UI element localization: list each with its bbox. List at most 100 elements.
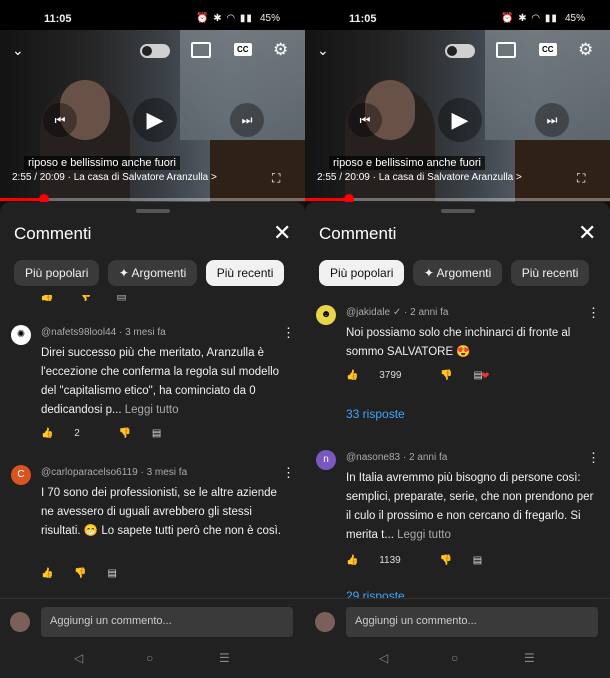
fullscreen-icon[interactable]: ⛶ xyxy=(272,171,280,186)
comment-text: Direi successo più che meritato, Aranzul… xyxy=(41,344,291,420)
play-button-icon[interactable]: ▶ xyxy=(438,98,482,142)
nav-back-icon[interactable]: ◁ xyxy=(74,651,83,665)
comment-body: In Italia avremmo più bisogno di persone… xyxy=(346,472,594,541)
replies-link[interactable]: 33 risposte xyxy=(346,407,405,421)
avatar[interactable]: ☻ xyxy=(316,305,336,325)
previous-icon[interactable]: ⏮ xyxy=(348,103,382,137)
status-bar: 11:05 ⏰ ✱ ◠ ▮▮ 45% xyxy=(0,0,305,30)
chip-topics[interactable]: ✦ Argomenti xyxy=(107,260,198,286)
nav-recents-icon[interactable]: ☰ xyxy=(524,651,535,665)
reply-icon[interactable]: ▤ xyxy=(473,555,482,566)
video-time-chapter[interactable]: 2:55 / 20:09 · La casa di Salvatore Aran… xyxy=(12,172,217,183)
comment-body: I 70 sono dei professionisti, se le altr… xyxy=(41,487,281,537)
comment-composer: Aggiungi un commento... xyxy=(0,598,305,647)
captions-icon[interactable]: CC xyxy=(234,43,252,56)
comment-text: In Italia avremmo più bisogno di persone… xyxy=(346,469,596,545)
status-icons: ⏰ ✱ ◠ ▮▮ xyxy=(501,13,558,24)
more-options-icon[interactable]: ⋮ xyxy=(587,450,600,466)
settings-gear-icon[interactable]: ⚙ xyxy=(273,40,288,60)
collapse-chevron-icon[interactable]: ⌄ xyxy=(12,42,24,59)
system-nav-bar: ◁ ○ ☰ xyxy=(305,646,610,678)
avatar[interactable]: C xyxy=(11,465,31,485)
more-options-icon[interactable]: ⋮ xyxy=(282,325,295,341)
like-icon[interactable]: 👍 2 xyxy=(41,428,98,439)
partial-actions-row: 👍 👎 ▤ xyxy=(40,295,127,302)
video-time-chapter[interactable]: 2:55 / 20:09 · La casa di Salvatore Aran… xyxy=(317,172,522,183)
nav-home-icon[interactable]: ○ xyxy=(451,651,458,665)
progress-bar[interactable] xyxy=(305,194,610,202)
add-comment-placeholder: Aggiungi un commento... xyxy=(50,615,172,627)
nav-home-icon[interactable]: ○ xyxy=(146,651,153,665)
nav-recents-icon[interactable]: ☰ xyxy=(219,651,230,665)
sort-chips: Più popolari ✦ Argomenti Più recenti xyxy=(319,260,593,288)
comment-author[interactable]: @jakidale ✓ · 2 anni fa xyxy=(346,307,448,318)
next-icon[interactable]: ⏭ xyxy=(535,103,569,137)
autoplay-toggle[interactable] xyxy=(445,44,475,58)
chip-topics[interactable]: ✦ Argomenti xyxy=(412,260,503,286)
progress-scrubber[interactable] xyxy=(344,194,355,202)
drag-handle[interactable] xyxy=(136,209,170,213)
fullscreen-icon[interactable]: ⛶ xyxy=(577,171,585,186)
comments-list[interactable]: ☻ @jakidale ✓ · 2 anni fa ⋮ Noi possiamo… xyxy=(305,295,610,599)
comments-list[interactable]: 👍 👎 ▤ ✺ @nafets98lool44 · 3 mesi fa ⋮ Di… xyxy=(0,295,305,599)
reply-icon[interactable]: ▤ xyxy=(152,428,161,439)
like-icon[interactable]: 👍 xyxy=(41,568,53,579)
system-nav-bar: ◁ ○ ☰ xyxy=(0,646,305,678)
dislike-icon[interactable]: 👎 xyxy=(440,370,452,381)
dislike-icon[interactable]: 👎 xyxy=(78,295,92,302)
user-avatar xyxy=(10,612,30,632)
read-more-link[interactable]: Leggi tutto xyxy=(397,529,451,541)
progress-fill xyxy=(305,198,350,201)
close-icon[interactable]: ✕ xyxy=(578,220,596,246)
comment-item: C @carloparacelso6119 · 3 mesi fa ⋮ I 70… xyxy=(0,465,305,585)
cast-icon[interactable] xyxy=(496,42,516,58)
comment-actions: 👍 2 👎 ▤ xyxy=(41,428,179,439)
previous-icon[interactable]: ⏮ xyxy=(43,103,77,137)
comment-author[interactable]: @nafets98lool44 · 3 mesi fa xyxy=(41,327,166,338)
like-icon[interactable]: 👍 1139 xyxy=(346,555,419,566)
next-icon[interactable]: ⏭ xyxy=(230,103,264,137)
comment-actions: 👍 👎 ▤ xyxy=(41,568,135,579)
reply-icon[interactable]: ▤ xyxy=(107,568,116,579)
avatar[interactable]: ✺ xyxy=(11,325,31,345)
like-count: 2 xyxy=(74,428,80,439)
add-comment-input[interactable]: Aggiungi un commento... xyxy=(41,607,293,637)
more-options-icon[interactable]: ⋮ xyxy=(282,465,295,481)
dislike-icon[interactable]: 👎 xyxy=(74,568,86,579)
battery-level: 45% xyxy=(565,13,586,24)
play-button-icon[interactable]: ▶ xyxy=(133,98,177,142)
comment-author[interactable]: @nasone83 · 2 anni fa xyxy=(346,452,447,463)
avatar[interactable]: n xyxy=(316,450,336,470)
chip-popular[interactable]: Più popolari xyxy=(14,260,100,286)
dislike-icon[interactable]: 👎 xyxy=(119,428,131,439)
autoplay-toggle[interactable] xyxy=(140,44,170,58)
progress-bar[interactable] xyxy=(0,194,305,202)
like-icon[interactable]: 👍 xyxy=(40,295,54,302)
progress-scrubber[interactable] xyxy=(39,194,50,202)
chip-recent[interactable]: Più recenti xyxy=(205,260,285,286)
settings-gear-icon[interactable]: ⚙ xyxy=(578,40,593,60)
comment-author[interactable]: @carloparacelso6119 · 3 mesi fa xyxy=(41,467,187,478)
dislike-icon[interactable]: 👎 xyxy=(440,555,452,566)
like-symbol: 👍 xyxy=(346,555,359,566)
chip-recent[interactable]: Più recenti xyxy=(510,260,590,286)
captions-icon[interactable]: CC xyxy=(539,43,557,56)
drag-handle[interactable] xyxy=(441,209,475,213)
like-icon[interactable]: 👍 3799 xyxy=(346,370,419,381)
like-symbol: 👍 xyxy=(346,370,359,381)
sort-chips: Più popolari ✦ Argomenti Più recenti xyxy=(14,260,288,288)
status-time: 11:05 xyxy=(349,13,377,25)
video-player[interactable]: ⌄ CC ⚙ ⏮ ▶ ⏭ riposo e bellissimo anche f… xyxy=(0,30,305,202)
comment-item: ✺ @nafets98lool44 · 3 mesi fa ⋮ Direi su… xyxy=(0,325,305,445)
read-more-link[interactable]: Leggi tutto xyxy=(125,404,179,416)
more-options-icon[interactable]: ⋮ xyxy=(587,305,600,321)
video-player[interactable]: ⌄ CC ⚙ ⏮ ▶ ⏭ riposo e bellissimo anche f… xyxy=(305,30,610,202)
chip-popular[interactable]: Più popolari xyxy=(319,260,405,286)
add-comment-input[interactable]: Aggiungi un commento... xyxy=(346,607,598,637)
nav-back-icon[interactable]: ◁ xyxy=(379,651,388,665)
comment-composer: Aggiungi un commento... xyxy=(305,598,610,647)
close-icon[interactable]: ✕ xyxy=(273,220,291,246)
cast-icon[interactable] xyxy=(191,42,211,58)
collapse-chevron-icon[interactable]: ⌄ xyxy=(317,42,329,59)
reply-icon[interactable]: ▤ xyxy=(116,295,126,302)
